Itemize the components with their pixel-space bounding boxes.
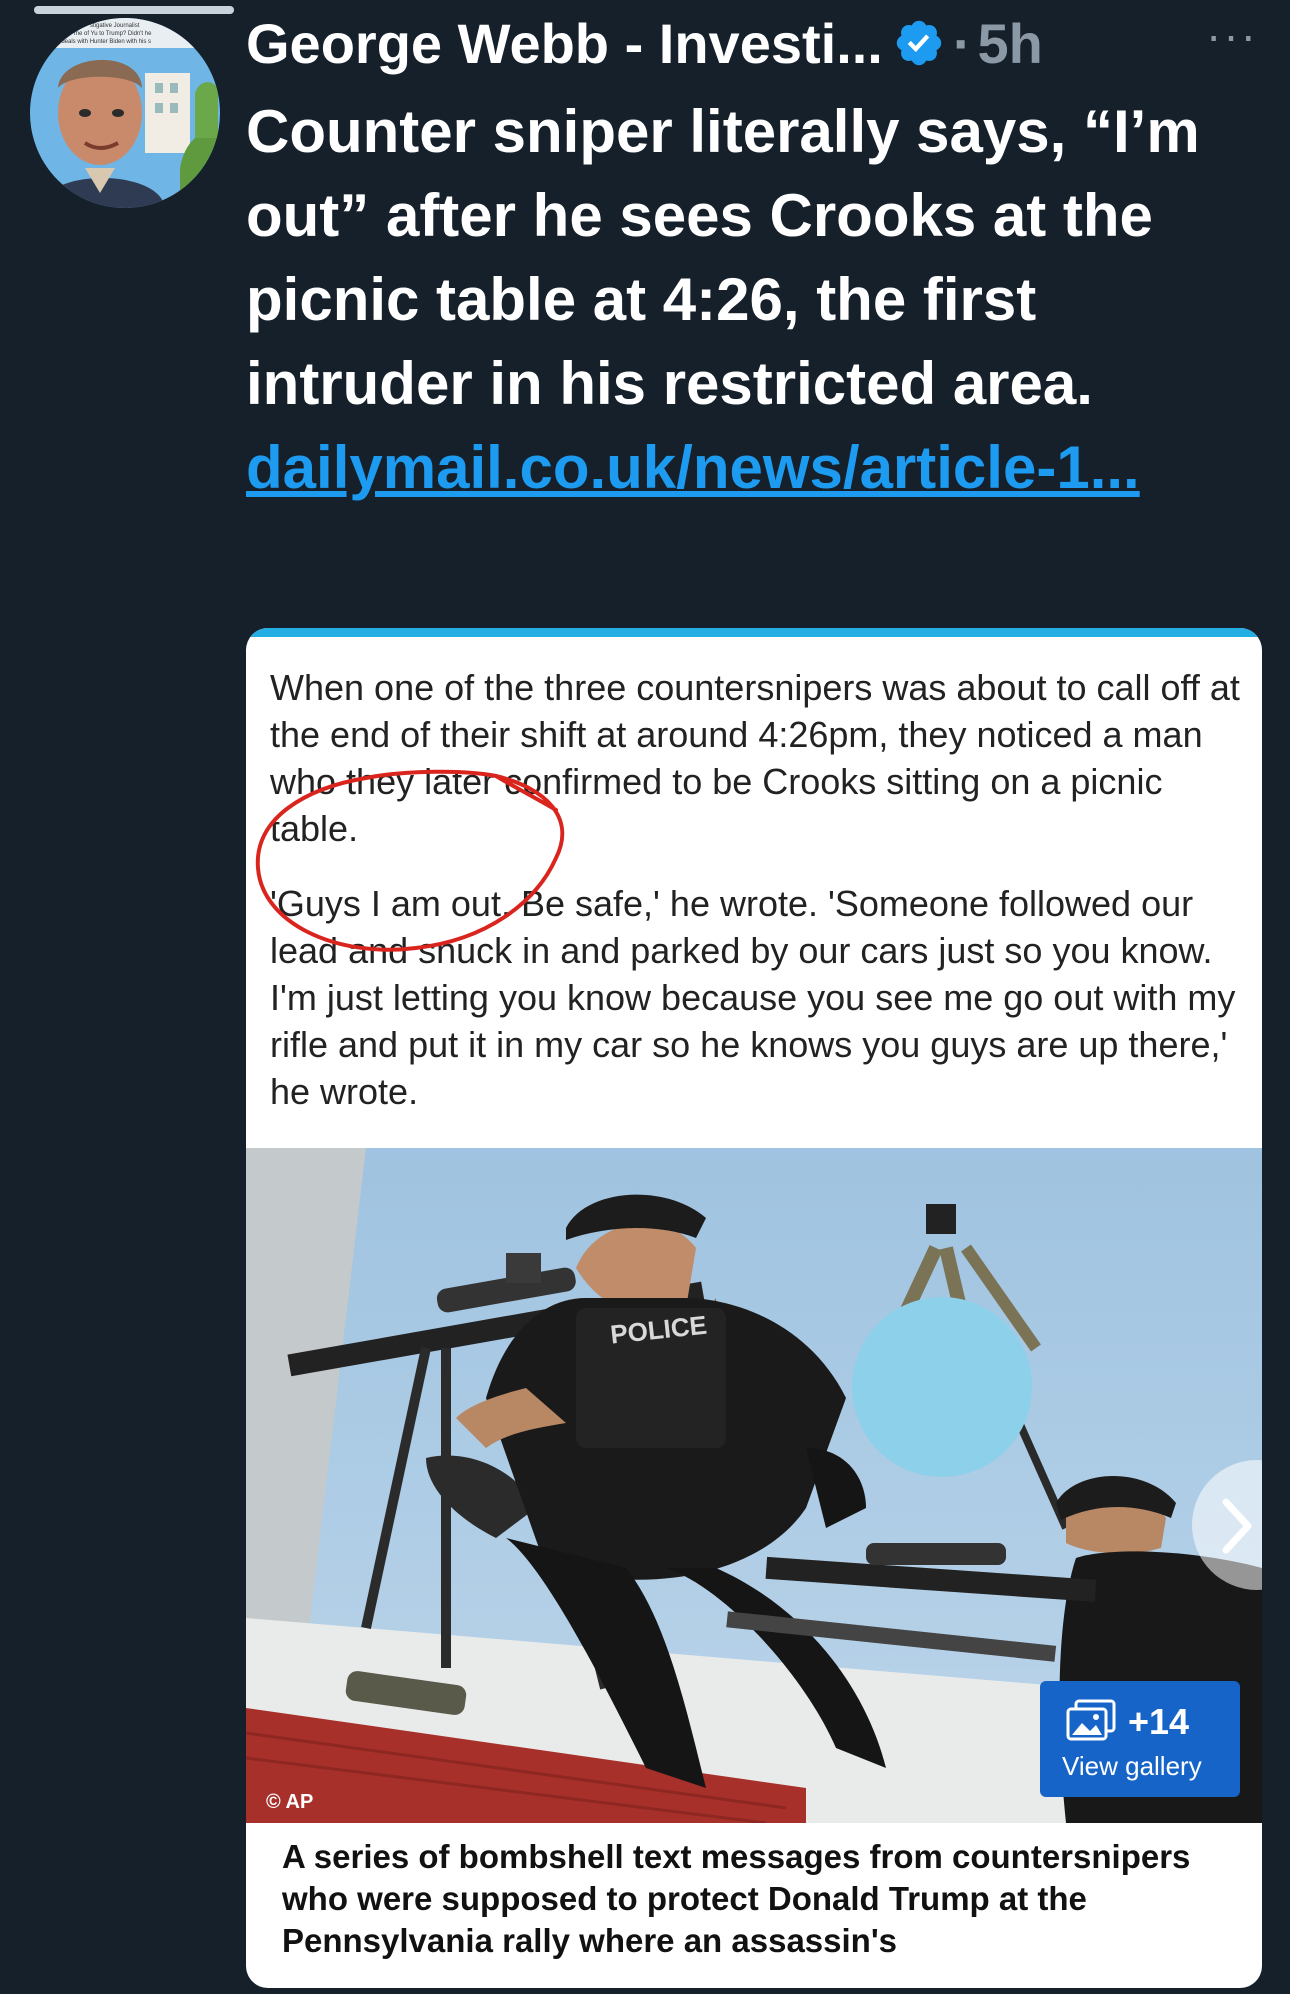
- card-accent-bar: [246, 628, 1262, 637]
- avatar-banner-line-2: me of Yu to Trump? Didn't he: [74, 31, 152, 37]
- tweet-header: George Webb - Investi... · 5h: [246, 8, 1270, 78]
- article-excerpt: When one of the three countersnipers was…: [270, 664, 1245, 1115]
- photo-caption: A series of bombshell text messages from…: [282, 1838, 1191, 1959]
- more-icon[interactable]: ···: [1206, 12, 1258, 58]
- story-progress-fill: [34, 6, 234, 14]
- tweet-timestamp[interactable]: 5h: [978, 11, 1043, 76]
- chevron-right-icon: [1222, 1498, 1252, 1554]
- gallery-count: +14: [1128, 1701, 1190, 1742]
- link-preview-card[interactable]: When one of the three countersnipers was…: [246, 628, 1262, 1988]
- story-progress-bar: [34, 6, 234, 14]
- floating-action-bubble[interactable]: [852, 1297, 1032, 1477]
- verified-badge-icon: [896, 20, 942, 66]
- gallery-icon: [1066, 1699, 1116, 1741]
- article-paragraph-1: When one of the three countersnipers was…: [270, 667, 1240, 849]
- tweet-body: Counter sniper literally says, “I’m out”…: [246, 90, 1246, 510]
- avatar-banner-line-1: stigative Journalist: [90, 23, 140, 29]
- avatar-image: stigative Journalist me of Yu to Trump? …: [30, 18, 220, 208]
- author-avatar[interactable]: stigative Journalist me of Yu to Trump? …: [30, 18, 220, 208]
- article-paragraph-2: 'Guys I am out. Be safe,' he wrote. 'Som…: [270, 883, 1236, 1112]
- view-gallery-button[interactable]: +14 View gallery: [1040, 1681, 1240, 1797]
- separator-dot: ·: [952, 11, 972, 75]
- author-name[interactable]: George Webb - Investi...: [246, 11, 883, 76]
- tweet-text: Counter sniper literally says, “I’m out”…: [246, 98, 1200, 417]
- tweet-link[interactable]: dailymail.co.uk/news/article-1...: [246, 434, 1140, 501]
- photo-credit: © AP: [266, 1791, 313, 1813]
- gallery-label: View gallery: [1062, 1751, 1202, 1781]
- avatar-banner-line-3: ons deals with Hunter Biden with his s: [50, 39, 151, 45]
